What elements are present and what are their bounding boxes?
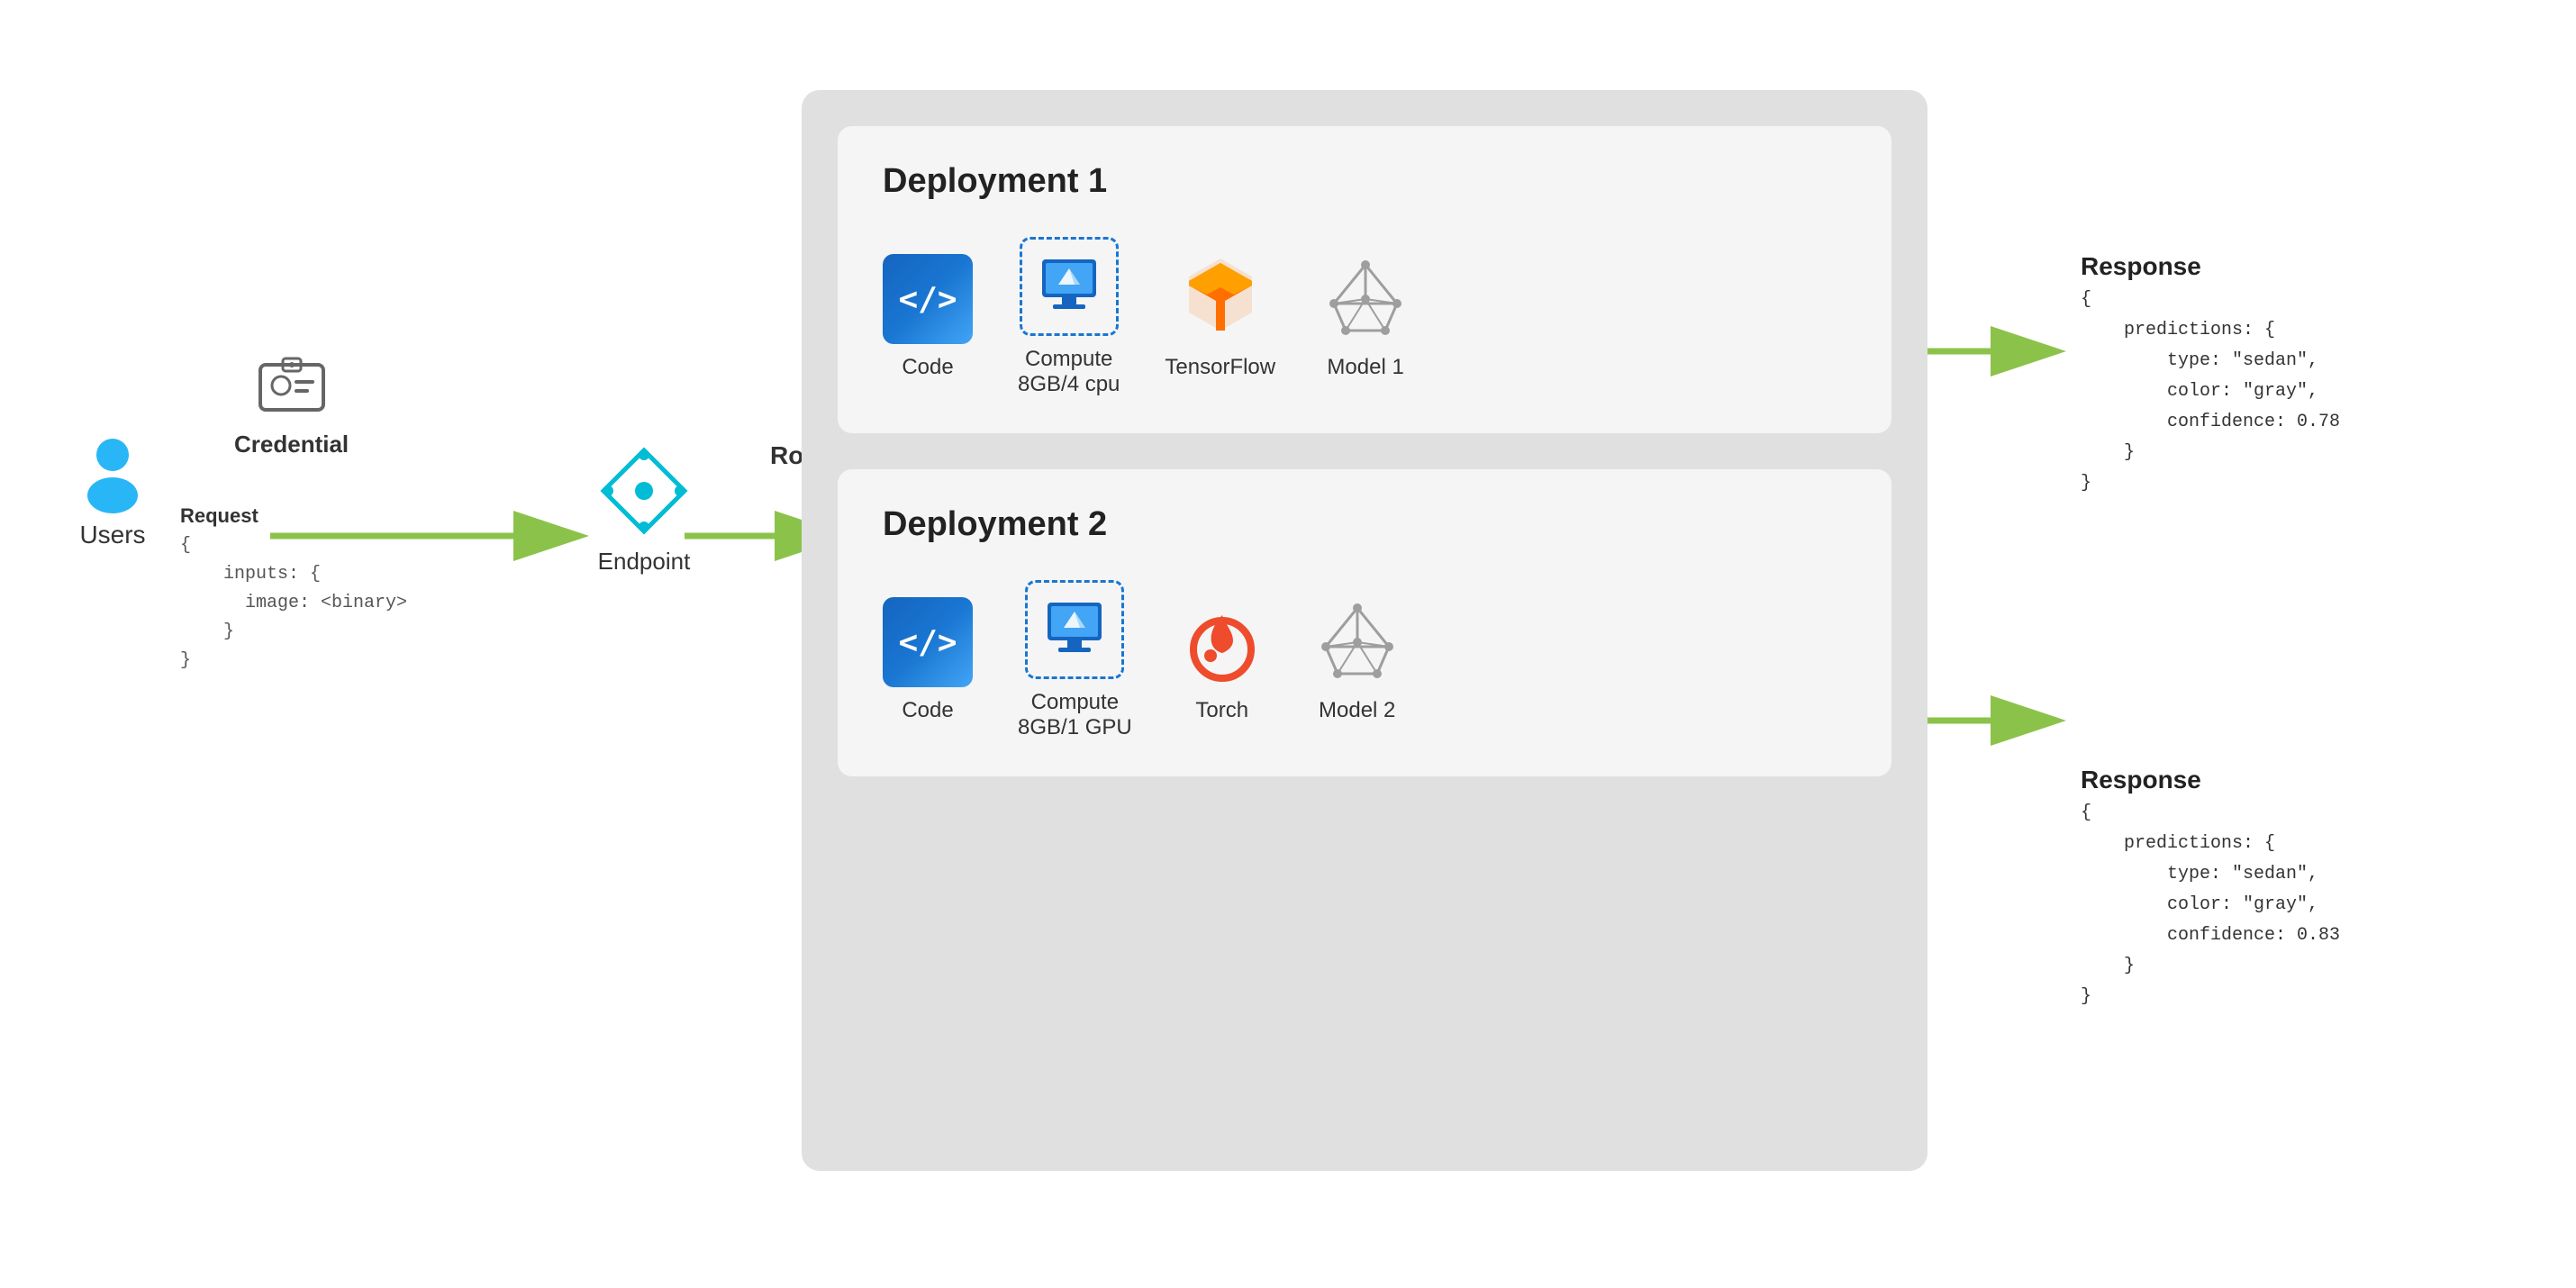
- torch-icon-2: [1177, 597, 1267, 687]
- response-1-section: Response { predictions: { type: "sedan",…: [2081, 252, 2549, 499]
- compute-icon-2: [1025, 580, 1124, 679]
- deployment-2-box: Deployment 2 </> Code: [838, 469, 1891, 776]
- deployment-1-box: Deployment 1 </> Code: [838, 126, 1891, 433]
- response-2-section: Response { predictions: { type: "sedan",…: [2081, 766, 2549, 1012]
- tensorflow-label-1: TensorFlow: [1165, 355, 1275, 380]
- deployment-2-items: </> Code: [883, 580, 1846, 740]
- deployment-2-code: </> Code: [883, 597, 973, 723]
- user-icon: [72, 432, 153, 513]
- deployment-2-model: Model 2: [1312, 597, 1402, 723]
- compute-label-1: Compute8GB/4 cpu: [1018, 347, 1120, 397]
- torch-label-2: Torch: [1195, 698, 1248, 723]
- code-icon-2: </>: [883, 597, 973, 687]
- deployment-1-items: </> Code: [883, 237, 1846, 397]
- credential-section: Credential: [234, 351, 349, 458]
- deployment-1-model: Model 1: [1320, 254, 1410, 380]
- deployment-1-compute: Compute8GB/4 cpu: [1018, 237, 1120, 397]
- users-section: Users: [72, 432, 153, 549]
- credential-label: Credential: [234, 431, 349, 458]
- response-1-code: { predictions: { type: "sedan", color: "…: [2081, 285, 2549, 499]
- deployment-2-torch: Torch: [1177, 597, 1267, 723]
- users-label: Users: [79, 521, 145, 549]
- response-1-title: Response: [2081, 252, 2549, 281]
- code-label-1: Code: [902, 355, 953, 380]
- model-label-1: Model 1: [1327, 355, 1403, 380]
- code-label-2: Code: [902, 698, 953, 723]
- compute-icon-1: [1020, 237, 1119, 336]
- code-icon-1: </>: [883, 254, 973, 344]
- deployments-container: Deployment 1 </> Code: [802, 90, 1927, 1171]
- endpoint-icon: [594, 441, 694, 540]
- deployment-1-title: Deployment 1: [883, 162, 1846, 201]
- deployment-2-title: Deployment 2: [883, 505, 1846, 544]
- endpoint-label: Endpoint: [598, 548, 691, 576]
- deployment-1-tensorflow: TensorFlow: [1165, 254, 1275, 380]
- model-icon-2: [1312, 597, 1402, 687]
- request-code: { inputs: { image: <binary> } }: [180, 531, 407, 676]
- response-2-title: Response: [2081, 766, 2549, 794]
- credential-icon: [256, 351, 328, 423]
- deployment-1-code: </> Code: [883, 254, 973, 380]
- endpoint-section: Endpoint: [594, 441, 694, 576]
- compute-label-2: Compute8GB/1 GPU: [1018, 690, 1132, 740]
- model-label-2: Model 2: [1319, 698, 1395, 723]
- tensorflow-icon-1: [1175, 254, 1265, 344]
- request-label: Request: [180, 504, 407, 528]
- request-section: Request { inputs: { image: <binary> } }: [180, 504, 407, 676]
- response-2-code: { predictions: { type: "sedan", color: "…: [2081, 798, 2549, 1012]
- deployment-2-compute: Compute8GB/1 GPU: [1018, 580, 1132, 740]
- model-icon-1: [1320, 254, 1410, 344]
